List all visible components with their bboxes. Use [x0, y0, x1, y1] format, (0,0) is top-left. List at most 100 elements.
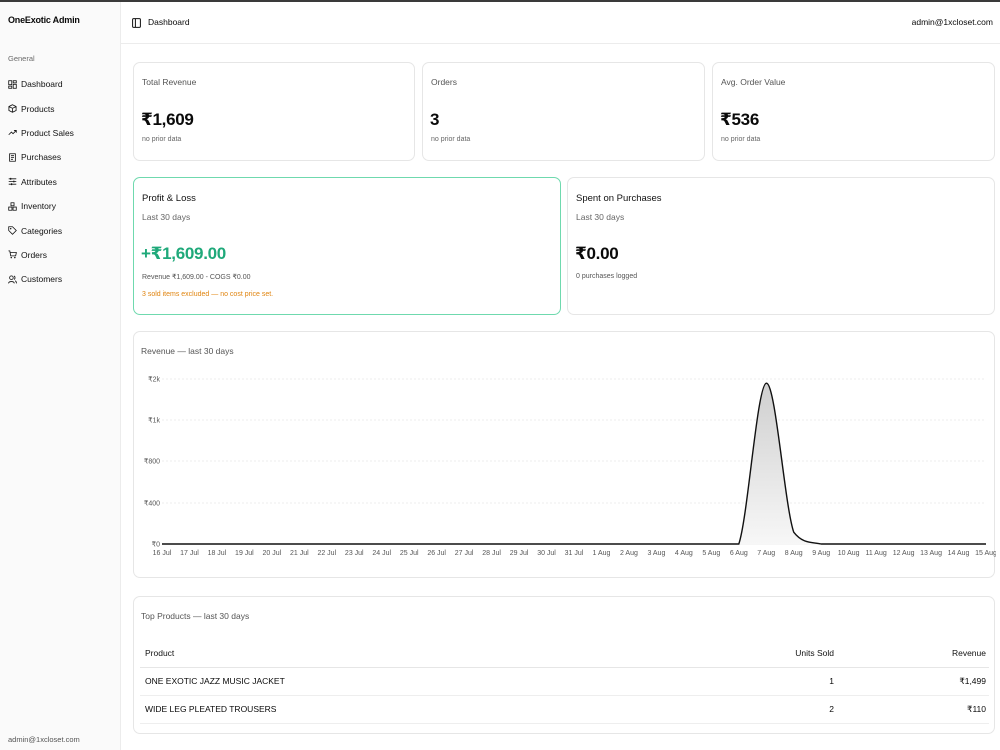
top-products-table: Product Units Sold Revenue ONE EXOTIC JA… [140, 639, 989, 724]
x-tick-label: 6 Aug [730, 550, 748, 557]
product-revenue: ₹110 [834, 695, 989, 724]
receipt-icon [9, 153, 16, 162]
table-title: Top Products — last 30 days [141, 611, 250, 621]
revenue-series-line [162, 382, 986, 545]
x-tick-label: 25 Jul [400, 550, 419, 557]
stat-label: Avg. Order Value [721, 77, 786, 87]
cost-warning: 3 sold items excluded — no cost price se… [142, 291, 274, 298]
x-tick-label: 18 Jul [208, 550, 227, 557]
sidebar-item-purchases[interactable]: Purchases [6, 145, 116, 169]
sidebar-item-dashboard[interactable]: Dashboard [6, 72, 116, 96]
revenue-area-chart: ₹0 ₹400 ₹800 ₹1k ₹2k 16 Jul 17 Jul 18 Jul 19 Jul… [144, 376, 996, 558]
x-tick-label: 19 Jul [235, 550, 254, 557]
profit-value: +₹1,609.00 [141, 244, 226, 263]
sidebar-item-label: Attributes [21, 176, 57, 187]
x-tick-label: 8 Aug [785, 550, 803, 557]
x-tick-label: 28 Jul [482, 550, 501, 557]
product-name: ONE EXOTIC JAZZ MUSIC JACKET [140, 667, 684, 696]
x-tick-label: 10 Aug [838, 550, 860, 557]
x-tick-label: 31 Jul [565, 550, 584, 557]
x-tick-label: 7 Aug [757, 550, 775, 557]
sidebar-item-label: Inventory [21, 201, 56, 212]
sidebar-item-label: Products [21, 103, 55, 114]
sidebar-item-customers[interactable]: Customers [6, 267, 116, 291]
card-title: Spent on Purchases [576, 193, 662, 204]
y-tick-label: ₹0 [152, 541, 160, 549]
stat-sub: no prior data [431, 136, 471, 143]
sidebar-item-label: Product Sales [21, 127, 74, 138]
sidebar-item-label: Purchases [21, 152, 62, 163]
purchases-value: ₹0.00 [575, 244, 619, 263]
x-tick-label: 12 Aug [893, 550, 915, 557]
column-header-product[interactable]: Product [140, 639, 684, 668]
stat-card-total-revenue: Total Revenue ₹1,609 no prior data [133, 62, 415, 161]
sidebar-item-inventory[interactable]: Inventory [6, 194, 116, 218]
x-tick-label: 21 Jul [290, 550, 309, 557]
x-tick-label: 29 Jul [510, 550, 529, 557]
y-tick-label: ₹1k [148, 417, 160, 425]
x-tick-label: 30 Jul [537, 550, 556, 557]
brand-title[interactable]: OneExotic Admin [8, 15, 80, 25]
units-sold: 2 [684, 695, 834, 724]
stat-sub: no prior data [142, 136, 182, 143]
stat-card-orders: Orders 3 no prior data [422, 62, 705, 161]
sidebar-footer-email[interactable]: admin@1xcloset.com [8, 735, 80, 744]
stat-label: Total Revenue [142, 77, 197, 87]
sliders-icon [8, 178, 17, 186]
purchases-card: Spent on Purchases Last 30 days ₹0.00 0 … [567, 177, 995, 315]
sidebar-toggle-icon[interactable] [132, 18, 141, 28]
purchases-count: 0 purchases logged [576, 273, 638, 280]
tag-icon [8, 226, 17, 235]
x-tick-label: 17 Jul [180, 550, 199, 557]
dashboard-icon [8, 80, 17, 89]
column-header-units-sold[interactable]: Units Sold [684, 639, 834, 668]
stat-value: ₹1,609 [141, 110, 194, 129]
users-icon [8, 275, 17, 284]
x-tick-label: 1 Aug [593, 550, 611, 557]
x-tick-label: 26 Jul [427, 550, 446, 557]
nav-group-label: General [8, 54, 35, 63]
x-tick-label: 24 Jul [372, 550, 391, 557]
sidebar-item-product-sales[interactable]: Product Sales [6, 121, 116, 145]
x-tick-label: 22 Jul [317, 550, 336, 557]
sidebar-item-orders[interactable]: Orders [6, 243, 116, 267]
x-tick-label: 9 Aug [812, 550, 830, 557]
x-tick-label: 2 Aug [620, 550, 638, 557]
x-tick-label: 27 Jul [455, 550, 474, 557]
y-tick-label: ₹400 [144, 500, 160, 508]
sidebar-item-label: Orders [21, 249, 47, 260]
x-tick-label: 14 Aug [948, 550, 970, 557]
sidebar-item-categories[interactable]: Categories [6, 218, 116, 242]
revenue-cogs-breakdown: Revenue ₹1,609.00 - COGS ₹0.00 [142, 274, 251, 281]
sidebar-item-label: Dashboard [21, 79, 63, 90]
y-tick-label: ₹2k [148, 376, 160, 384]
x-tick-label: 3 Aug [647, 550, 665, 557]
cart-icon [8, 250, 17, 259]
package-icon [8, 104, 17, 113]
product-name: WIDE LEG PLEATED TROUSERS [140, 695, 684, 724]
sidebar-item-label: Customers [21, 274, 63, 285]
sidebar-item-products[interactable]: Products [6, 96, 116, 120]
boxes-icon [8, 201, 17, 211]
x-tick-label: 20 Jul [263, 550, 282, 557]
column-header-revenue[interactable]: Revenue [834, 639, 989, 668]
table-row[interactable]: WIDE LEG PLEATED TROUSERS 2 ₹110 [140, 695, 989, 724]
user-email[interactable]: admin@1xcloset.com [912, 17, 993, 27]
top-products-card: Top Products — last 30 days Product Unit… [133, 596, 995, 734]
product-revenue: ₹1,499 [834, 667, 989, 696]
table-header-row: Product Units Sold Revenue [140, 639, 989, 668]
stat-sub: no prior data [721, 136, 761, 143]
table-row[interactable]: ONE EXOTIC JAZZ MUSIC JACKET 1 ₹1,499 [140, 667, 989, 696]
x-tick-label: 23 Jul [345, 550, 364, 557]
sidebar-item-attributes[interactable]: Attributes [6, 170, 116, 194]
x-tick-label: 16 Jul [153, 550, 172, 557]
card-title: Profit & Loss [142, 193, 196, 204]
units-sold: 1 [684, 667, 834, 696]
x-tick-label: 4 Aug [675, 550, 693, 557]
profit-loss-card: Profit & Loss Last 30 days +₹1,609.00 Re… [133, 177, 561, 315]
revenue-area-fill [162, 383, 986, 544]
stat-value: 3 [430, 110, 440, 129]
sidebar: OneExotic Admin General Dashboard Produc… [0, 2, 121, 750]
x-tick-label: 5 Aug [702, 550, 720, 557]
trending-up-icon [8, 130, 17, 136]
